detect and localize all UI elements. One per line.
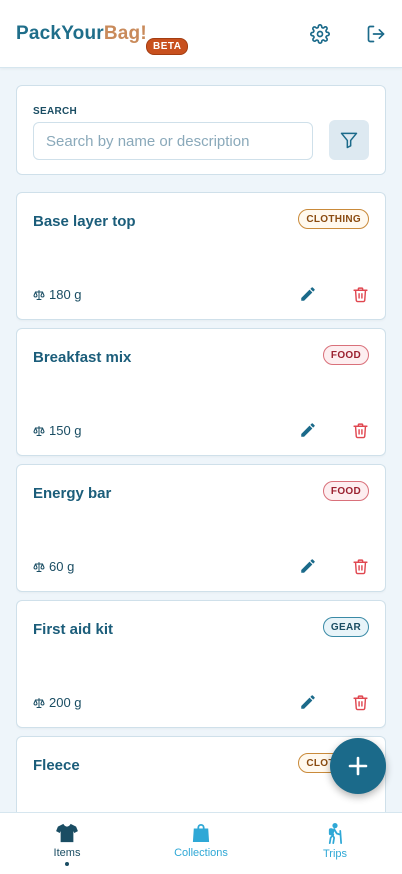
logout-icon: [367, 25, 385, 43]
logout-button[interactable]: [365, 23, 387, 45]
scale-icon: [33, 425, 45, 436]
plus-icon: [348, 756, 368, 776]
delete-button[interactable]: [349, 283, 371, 305]
gear-icon: [310, 24, 330, 44]
item-name: First aid kit: [33, 621, 114, 638]
category-badge: GEAR: [322, 617, 369, 637]
search-input[interactable]: [33, 122, 313, 160]
active-indicator: [65, 862, 69, 866]
pencil-icon: [301, 695, 315, 709]
edit-button[interactable]: [297, 555, 319, 577]
edit-button[interactable]: [297, 419, 319, 441]
nav-item-trips[interactable]: Trips: [268, 813, 402, 874]
category-badge: CLOTHING: [298, 209, 369, 229]
scale-icon: [33, 561, 45, 572]
filter-icon: [340, 132, 358, 149]
edit-button[interactable]: [297, 691, 319, 713]
trash-icon: [352, 286, 368, 302]
delete-button[interactable]: [349, 555, 371, 577]
pencil-icon: [301, 287, 315, 301]
item-card[interactable]: First aid kit GEAR 200 g: [16, 600, 386, 728]
items-list[interactable]: Base layer top CLOTHING 180 g Breakfast …: [16, 192, 386, 812]
beta-badge: BETA: [146, 38, 189, 55]
item-name: Energy bar: [33, 485, 112, 502]
shirt-icon: [56, 823, 78, 843]
nav-item-items[interactable]: Items: [0, 813, 134, 874]
delete-button[interactable]: [349, 691, 371, 713]
item-card[interactable]: Energy bar FOOD 60 g: [16, 464, 386, 592]
bottom-nav: Items Collections Trips: [0, 812, 402, 874]
item-name: Breakfast mix: [33, 349, 132, 366]
trash-icon: [352, 694, 368, 710]
item-weight: 60 g: [33, 559, 74, 574]
item-weight: 150 g: [33, 423, 82, 438]
pencil-icon: [301, 423, 315, 437]
add-item-button[interactable]: [330, 738, 386, 794]
item-name: Base layer top: [33, 213, 136, 230]
item-weight: 200 g: [33, 695, 82, 710]
item-name: Fleece: [33, 757, 80, 774]
app-logo[interactable]: PackYourBag!: [16, 23, 147, 45]
filter-button[interactable]: [329, 120, 369, 160]
category-badge: FOOD: [322, 345, 369, 365]
app-header: PackYourBag! BETA: [0, 0, 402, 68]
search-card: SEARCH: [16, 85, 386, 175]
trash-icon: [352, 422, 368, 438]
hiker-icon: [328, 823, 342, 844]
scale-icon: [33, 289, 45, 300]
item-card[interactable]: Breakfast mix FOOD 150 g: [16, 328, 386, 456]
trash-icon: [352, 558, 368, 574]
item-card[interactable]: Base layer top CLOTHING 180 g: [16, 192, 386, 320]
scale-icon: [33, 697, 45, 708]
edit-button[interactable]: [297, 283, 319, 305]
delete-button[interactable]: [349, 419, 371, 441]
nav-item-collections[interactable]: Collections: [134, 813, 268, 874]
item-weight: 180 g: [33, 287, 82, 302]
search-label: SEARCH: [33, 106, 78, 117]
category-badge: FOOD: [322, 481, 369, 501]
bag-icon: [192, 824, 210, 842]
settings-button[interactable]: [309, 23, 331, 45]
pencil-icon: [301, 559, 315, 573]
